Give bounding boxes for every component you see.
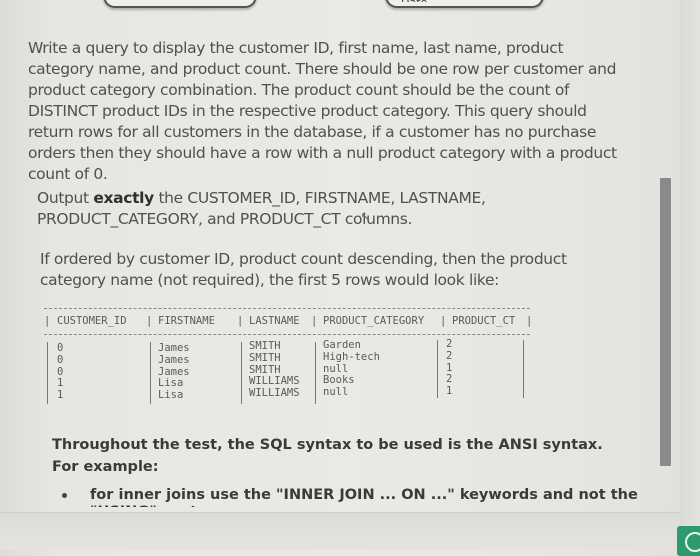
output-columns-part1: the CUSTOMER_ID, FIRSTN xyxy=(153,189,358,207)
cursor-arrow-icon: ↖ xyxy=(360,210,370,223)
output-emphasis: exactly xyxy=(93,189,154,207)
header-separator: | xyxy=(311,315,318,327)
top-right-control-label: Date xyxy=(401,0,427,2)
table-header-divider xyxy=(44,334,530,335)
top-right-control[interactable]: Date xyxy=(385,0,544,8)
header-product-category: PRODUCT_CATEGORY xyxy=(323,315,425,327)
question-paragraph-output-columns: Output exactly the CUSTOMER_ID, FIRSTN ↖ A… xyxy=(37,188,627,230)
column-border xyxy=(150,342,151,404)
output-prefix: Output xyxy=(37,189,94,207)
cell-customer-id: 1 xyxy=(57,389,64,402)
cell-firstname: James xyxy=(158,353,190,366)
column-border xyxy=(47,342,48,404)
column-lastname: SMITH SMITH SMITH WILLIAMS WILLIAMS xyxy=(249,340,300,400)
column-border xyxy=(437,340,438,398)
question-paragraph-ordering: If ordered by customer ID, product count… xyxy=(40,250,567,289)
cell-product-category: High-tech xyxy=(323,350,380,363)
header-lastname: LASTNAME xyxy=(249,315,300,327)
cell-product-ct: 2 xyxy=(446,349,453,362)
header-separator: | xyxy=(526,315,533,327)
header-firstname: FIRSTNAME xyxy=(158,315,215,327)
header-separator: | xyxy=(440,315,447,327)
header-product-ct: PRODUCT_CT xyxy=(452,315,516,327)
bullet-icon xyxy=(62,493,67,498)
column-border xyxy=(523,340,524,398)
run-button[interactable] xyxy=(677,526,700,556)
cell-product-ct: 1 xyxy=(446,385,453,398)
cell-customer-id: 0 xyxy=(57,353,64,366)
header-separator: | xyxy=(237,315,244,327)
header-separator: | xyxy=(146,315,153,327)
cell-firstname: Lisa xyxy=(158,389,184,402)
play-icon xyxy=(685,532,700,552)
top-left-control[interactable] xyxy=(103,0,257,8)
cell-product-category: null xyxy=(323,386,349,399)
table-top-border xyxy=(44,308,530,309)
cell-lastname: WILLIAMS xyxy=(249,387,300,400)
column-border xyxy=(241,342,242,404)
question-paragraph-description: Write a query to display the customer ID… xyxy=(28,39,617,183)
header-separator: | xyxy=(44,315,51,327)
scrollbar-thumb[interactable] xyxy=(660,178,671,466)
bottom-fold xyxy=(0,512,700,550)
cell-lastname: SMITH xyxy=(249,351,281,364)
bullet-text-continuation: "USING" syntax xyxy=(90,501,216,507)
column-firstname: James James James Lisa Lisa xyxy=(158,342,190,402)
column-product-category: Garden High-tech null Books null xyxy=(323,339,380,399)
ansi-syntax-note: Throughout the test, the SQL syntax to b… xyxy=(52,437,603,475)
column-product-ct: 2 2 1 2 1 xyxy=(446,338,453,398)
header-customer-id: CUSTOMER_ID xyxy=(57,315,127,327)
column-border xyxy=(315,342,316,404)
table-header-row: | CUSTOMER_ID | FIRSTNAME | LASTNAME | P… xyxy=(44,315,534,331)
window-right-edge xyxy=(680,0,700,549)
column-customer-id: 0 0 0 1 1 xyxy=(57,342,64,402)
